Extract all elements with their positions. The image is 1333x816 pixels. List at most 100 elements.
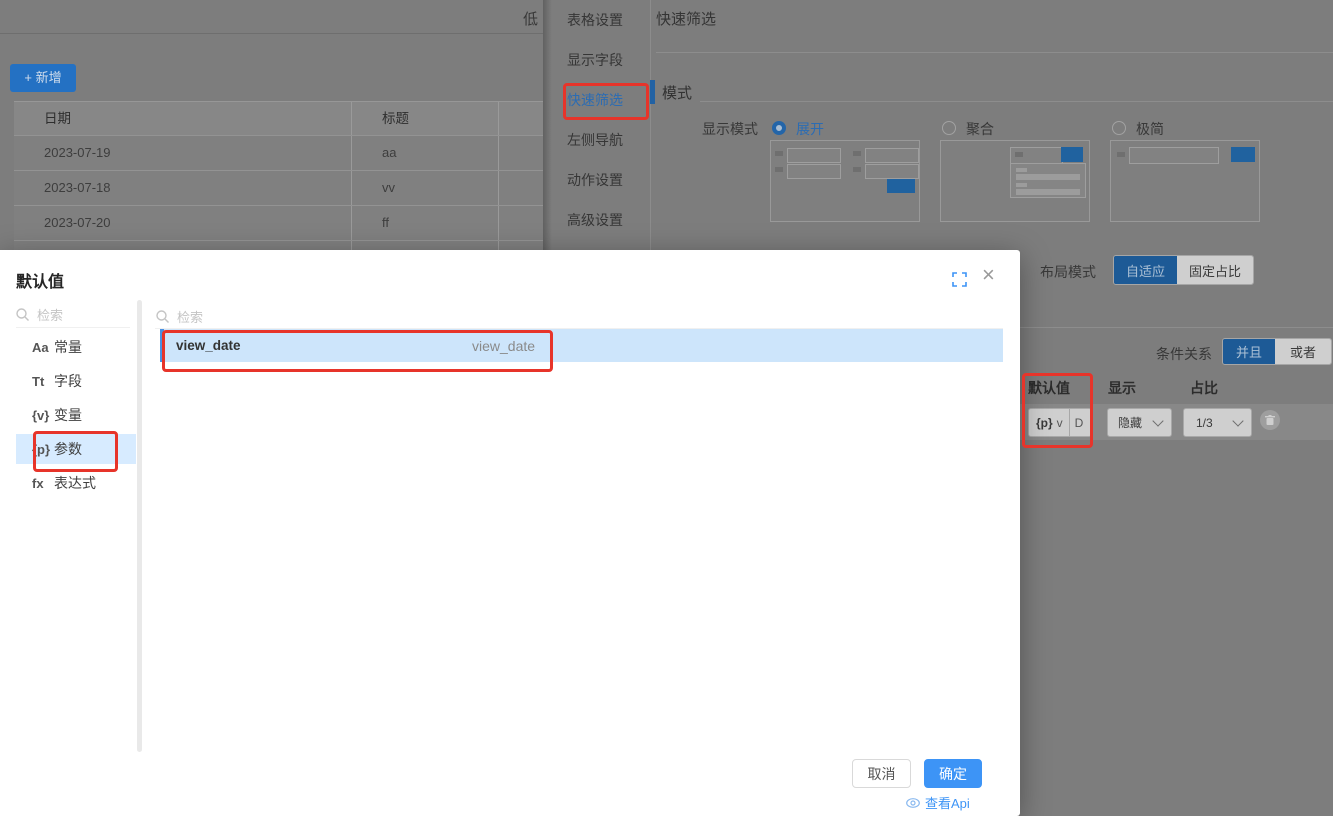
eye-icon [906, 798, 920, 808]
layout-mode-adaptive[interactable]: 自适应 [1114, 256, 1177, 284]
sidebar-search-input[interactable]: 检索 [16, 305, 63, 324]
drawer-menu-advanced[interactable]: 高级设置 [567, 210, 643, 230]
list-item-name: view_date [176, 338, 241, 353]
panel-title: 快速筛选 [656, 8, 716, 29]
field-prefix: Tt [32, 374, 54, 389]
table-header-row: 日期 标题 [14, 101, 543, 136]
search-icon [16, 308, 29, 321]
default-value-modal: 默认值 × 检索 Aa 常量 Tt 字段 {v} 变量 {p} 参数 [0, 250, 1020, 816]
delete-row-button[interactable] [1260, 410, 1280, 430]
fullscreen-icon[interactable] [952, 272, 967, 287]
drawer-menu-display-fields[interactable]: 显示字段 [567, 50, 643, 70]
cell-extra [499, 206, 543, 240]
parameter-label: 参数 [54, 439, 82, 459]
table-row[interactable]: 2023-07-18 vv [14, 171, 543, 206]
cell-title: aa [352, 136, 499, 170]
display-select-value: 隐藏 [1118, 414, 1142, 431]
cell-title: vv [352, 171, 499, 205]
section-divider [700, 101, 1333, 102]
trash-icon [1265, 415, 1275, 426]
sidebar-item-variable[interactable]: {v} 变量 [16, 400, 136, 430]
chip-prefix: {p} [1036, 416, 1053, 430]
ratio-select[interactable]: 1/3 [1183, 408, 1252, 437]
view-api-link[interactable]: 查看Api [906, 793, 970, 812]
field-label: 字段 [54, 371, 82, 391]
radio-minimal[interactable] [1112, 121, 1126, 135]
sidebar-item-constant[interactable]: Aa 常量 [16, 332, 136, 362]
cell-date: 2023-07-18 [14, 171, 352, 205]
screen: 低 + 新增 日期 标题 2023-07-19 aa 2023-07-18 vv… [0, 0, 1333, 816]
sidebar-item-expression[interactable]: fx 表达式 [16, 468, 136, 498]
section-accent-bar [650, 80, 655, 104]
cell-title: ff [352, 206, 499, 240]
modal-title: 默认值 [16, 268, 64, 292]
list-item-view-date[interactable]: view_date view_date [160, 329, 1003, 362]
layout-mode-switch: 自适应 固定占比 [1113, 255, 1254, 285]
list-search-placeholder: 检索 [177, 307, 203, 326]
sidebar-search-placeholder: 检索 [37, 305, 63, 324]
variable-label: 变量 [54, 405, 82, 425]
sidebar-item-parameter[interactable]: {p} 参数 [16, 434, 136, 464]
chevron-down-icon [1232, 415, 1243, 426]
preview-minimal-mode [1110, 140, 1260, 222]
condition-switch: 并且 或者 [1222, 338, 1332, 365]
cell-extra [499, 136, 543, 170]
close-icon[interactable]: × [982, 264, 995, 286]
chip-text: v [1057, 416, 1063, 430]
header-default-value: 默认值 [1028, 378, 1070, 398]
sidebar-item-field[interactable]: Tt 字段 [16, 366, 136, 396]
display-mode-label: 显示模式 [702, 119, 758, 139]
search-icon [156, 310, 169, 323]
confirm-button[interactable]: 确定 [924, 759, 982, 788]
chevron-down-icon [1152, 415, 1163, 426]
list-search-input[interactable]: 检索 [156, 307, 203, 326]
constant-label: 常量 [54, 337, 82, 357]
condition-or[interactable]: 或者 [1275, 339, 1331, 364]
layout-mode-label: 布局模式 [1040, 262, 1096, 282]
add-button[interactable]: + 新增 [10, 64, 76, 92]
chip-more: D [1069, 409, 1084, 436]
cell-date: 2023-07-19 [14, 136, 352, 170]
cell-date: 2023-07-20 [14, 206, 352, 240]
sidebar-search-underline [16, 327, 130, 328]
drawer-menu-quick-filter[interactable]: 快速筛选 [567, 90, 643, 110]
radio-minimal-label[interactable]: 极简 [1136, 119, 1164, 139]
radio-aggregate-label[interactable]: 聚合 [966, 119, 994, 139]
drawer-menu-table-settings[interactable]: 表格设置 [567, 10, 643, 30]
parameter-prefix: {p} [32, 442, 54, 457]
section-mode-title: 模式 [662, 82, 692, 103]
table-row[interactable]: 2023-07-19 aa [14, 136, 543, 171]
filter-section-divider [1000, 327, 1333, 328]
column-header-extra [499, 102, 543, 135]
preview-aggregate-mode [940, 140, 1090, 222]
header-display: 显示 [1108, 378, 1136, 398]
variable-prefix: {v} [32, 408, 54, 423]
display-select[interactable]: 隐藏 [1107, 408, 1172, 437]
expression-prefix: fx [32, 476, 54, 491]
radio-expand[interactable] [772, 121, 786, 135]
condition-relation-label: 条件关系 [1156, 344, 1212, 364]
sidebar-scrollbar[interactable] [137, 300, 142, 752]
header-ratio: 占比 [1190, 378, 1218, 398]
panel-title-divider [656, 52, 1333, 53]
data-table: 日期 标题 2023-07-19 aa 2023-07-18 vv 2023-0… [14, 101, 543, 255]
drawer-menu-left-nav[interactable]: 左侧导航 [567, 130, 643, 150]
table-row[interactable]: 2023-07-20 ff [14, 206, 543, 241]
constant-prefix: Aa [32, 340, 54, 355]
expression-label: 表达式 [54, 473, 96, 493]
condition-and[interactable]: 并且 [1223, 339, 1275, 364]
radio-expand-label[interactable]: 展开 [796, 119, 824, 139]
column-header-title: 标题 [352, 102, 499, 135]
list-item-value: view_date [472, 338, 535, 354]
cell-extra [499, 171, 543, 205]
default-value-chip[interactable]: {p} v D [1028, 408, 1092, 437]
column-header-date: 日期 [14, 102, 352, 135]
view-api-label: 查看Api [925, 793, 970, 812]
page-top-divider [0, 33, 543, 34]
drawer-menu-action-settings[interactable]: 动作设置 [567, 170, 643, 190]
ratio-select-value: 1/3 [1196, 416, 1213, 430]
cancel-button[interactable]: 取消 [852, 759, 911, 788]
layout-mode-fixed[interactable]: 固定占比 [1177, 256, 1253, 284]
page-partial-title: 低 [523, 8, 543, 28]
radio-aggregate[interactable] [942, 121, 956, 135]
